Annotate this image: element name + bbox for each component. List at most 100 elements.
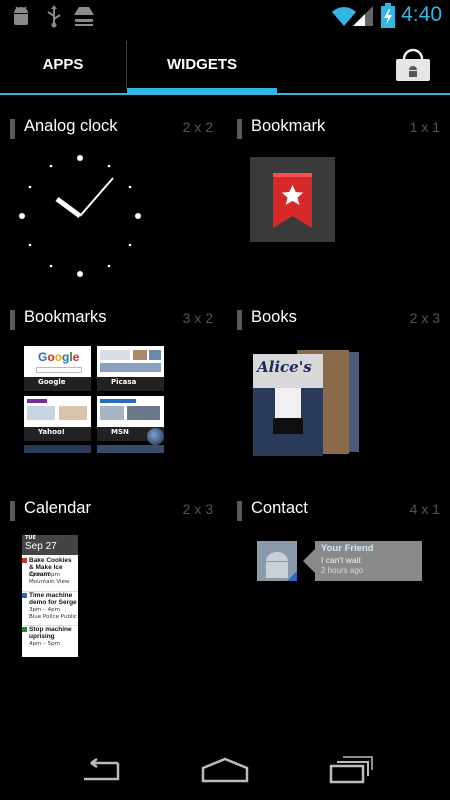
home-button[interactable] [200, 756, 250, 784]
contact-bubble: Your Friend I can't wait 2 hours ago [315, 541, 422, 581]
thumbnail [27, 406, 55, 420]
thumbnail [100, 406, 124, 420]
widget-books[interactable]: Books 2 x 3 Alice's [227, 308, 450, 498]
bookmark-tile-msn: MSN [97, 396, 164, 445]
event-title: Stop machine uprising [29, 626, 72, 640]
title-marker [237, 501, 242, 521]
status-time: 4:40 [401, 3, 442, 26]
widget-calendar[interactable]: Calendar 2 x 3 TUE Sep 27 Bake Cookies &… [0, 499, 225, 689]
back-button[interactable] [78, 758, 122, 784]
tab-apps[interactable]: APPS [0, 33, 126, 95]
widget-size: 2 x 3 [182, 501, 213, 517]
bookmark-tile-partial [24, 445, 91, 453]
thumbnail [59, 406, 87, 420]
tab-widgets[interactable]: WIDGETS [127, 33, 277, 95]
thumbnail [133, 350, 147, 360]
battery-charging-icon [381, 3, 395, 28]
bookmark-tile-google: Google Google [24, 346, 91, 391]
google-logo: Google [38, 350, 80, 364]
contact-status: I can't wait [321, 555, 361, 565]
tile-label: Google [38, 378, 66, 386]
event-color-marker [22, 627, 27, 632]
widget-contact[interactable]: Contact 4 x 1 Your Friend I can't wait 2… [227, 499, 450, 689]
event-place: Blue Police Public [29, 614, 77, 620]
analog-clock-preview [19, 155, 141, 277]
market-store-button[interactable] [394, 45, 432, 83]
thumbnail [100, 350, 130, 360]
book-art [275, 388, 301, 418]
bookmark-ribbon-icon [273, 173, 312, 228]
event-title: Time machine demo for Serge [29, 592, 77, 606]
books-preview: Alice's [253, 348, 363, 463]
tile-label: Yahoo! [38, 428, 65, 436]
widget-size: 1 x 1 [409, 119, 440, 135]
title-marker [237, 310, 242, 330]
book-art [273, 418, 303, 434]
bookmark-tile-yahoo: Yahoo! [24, 396, 91, 441]
calendar-date: Sep 27 [25, 541, 57, 552]
contact-name: Your Friend [321, 543, 374, 554]
yahoo-logo [27, 399, 47, 403]
widget-bookmark[interactable]: Bookmark 1 x 1 [227, 117, 450, 307]
calendar-header: TUE Sep 27 [22, 535, 78, 555]
signal-icon [353, 6, 373, 26]
globe-icon [147, 428, 164, 445]
bookmark-preview [250, 157, 335, 242]
bookmark-tile-picasa: Picasa [97, 346, 164, 391]
calendar-event: Bake Cookies & Make Ice Cream 2pm – 3pm … [22, 557, 78, 591]
event-time: 2pm – 3pm [29, 572, 60, 578]
bookmarks-preview: Google Google Picasa Yahoo! MSN [24, 346, 164, 458]
usb-icon [47, 5, 61, 28]
status-bar: 4:40 [0, 0, 450, 33]
widget-bookmarks[interactable]: Bookmarks 3 x 2 Google Google Picasa Yah… [0, 308, 225, 498]
calendar-event: Stop machine uprising 4pm – 5pm [22, 625, 78, 657]
widget-title: Analog clock [24, 117, 118, 135]
thumbnail [127, 406, 160, 420]
thumbnail [100, 363, 161, 372]
android-debug-icon [14, 6, 28, 25]
widget-size: 2 x 3 [409, 310, 440, 326]
contact-time: 2 hours ago [321, 566, 364, 575]
event-time: 3pm – 4pm [29, 607, 60, 613]
widget-title: Calendar [24, 499, 91, 517]
title-marker [10, 310, 15, 330]
tile-label-bar: Google [24, 377, 91, 391]
download-icon [74, 7, 94, 26]
widget-title: Bookmarks [24, 308, 107, 326]
msn-header [100, 399, 136, 403]
tile-label: MSN [111, 428, 129, 436]
widget-title: Contact [251, 499, 308, 517]
widget-size: 3 x 2 [182, 310, 213, 326]
contact-preview: Your Friend I can't wait 2 hours ago [257, 541, 427, 585]
event-place: Mountain View [29, 579, 70, 585]
widget-analog-clock[interactable]: Analog clock 2 x 2 [0, 117, 225, 307]
book-cover-front: Alice's [253, 354, 323, 456]
book-title: Alice's [257, 358, 312, 376]
android-icon [409, 66, 417, 77]
android-avatar-icon [266, 552, 297, 581]
tab-underline [0, 93, 450, 95]
widget-size: 4 x 1 [409, 501, 440, 517]
widget-title: Books [251, 308, 297, 326]
google-search-box [36, 367, 82, 373]
title-marker [10, 119, 15, 139]
widget-title: Bookmark [251, 117, 326, 135]
thumbnail [149, 350, 161, 360]
calendar-event: Time machine demo for Serge 3pm – 4pm Bl… [22, 591, 78, 626]
tile-label-bar: Yahoo! [24, 427, 91, 441]
event-time: 4pm – 5pm [29, 641, 60, 647]
avatar [257, 541, 297, 581]
tile-label: Picasa [111, 378, 137, 386]
calendar-preview: TUE Sep 27 Bake Cookies & Make Ice Cream… [22, 535, 78, 657]
event-color-marker [22, 558, 27, 563]
title-marker [10, 501, 15, 521]
speech-bubble-tail [303, 547, 317, 575]
bookmark-tile-partial [97, 445, 164, 453]
title-marker [237, 119, 242, 139]
widget-size: 2 x 2 [182, 119, 213, 135]
recent-apps-button[interactable] [328, 754, 374, 784]
navigation-bar [0, 740, 450, 800]
tile-label-bar: Picasa [97, 377, 164, 391]
event-color-marker [22, 593, 27, 598]
tab-bar: APPS WIDGETS [0, 33, 450, 95]
